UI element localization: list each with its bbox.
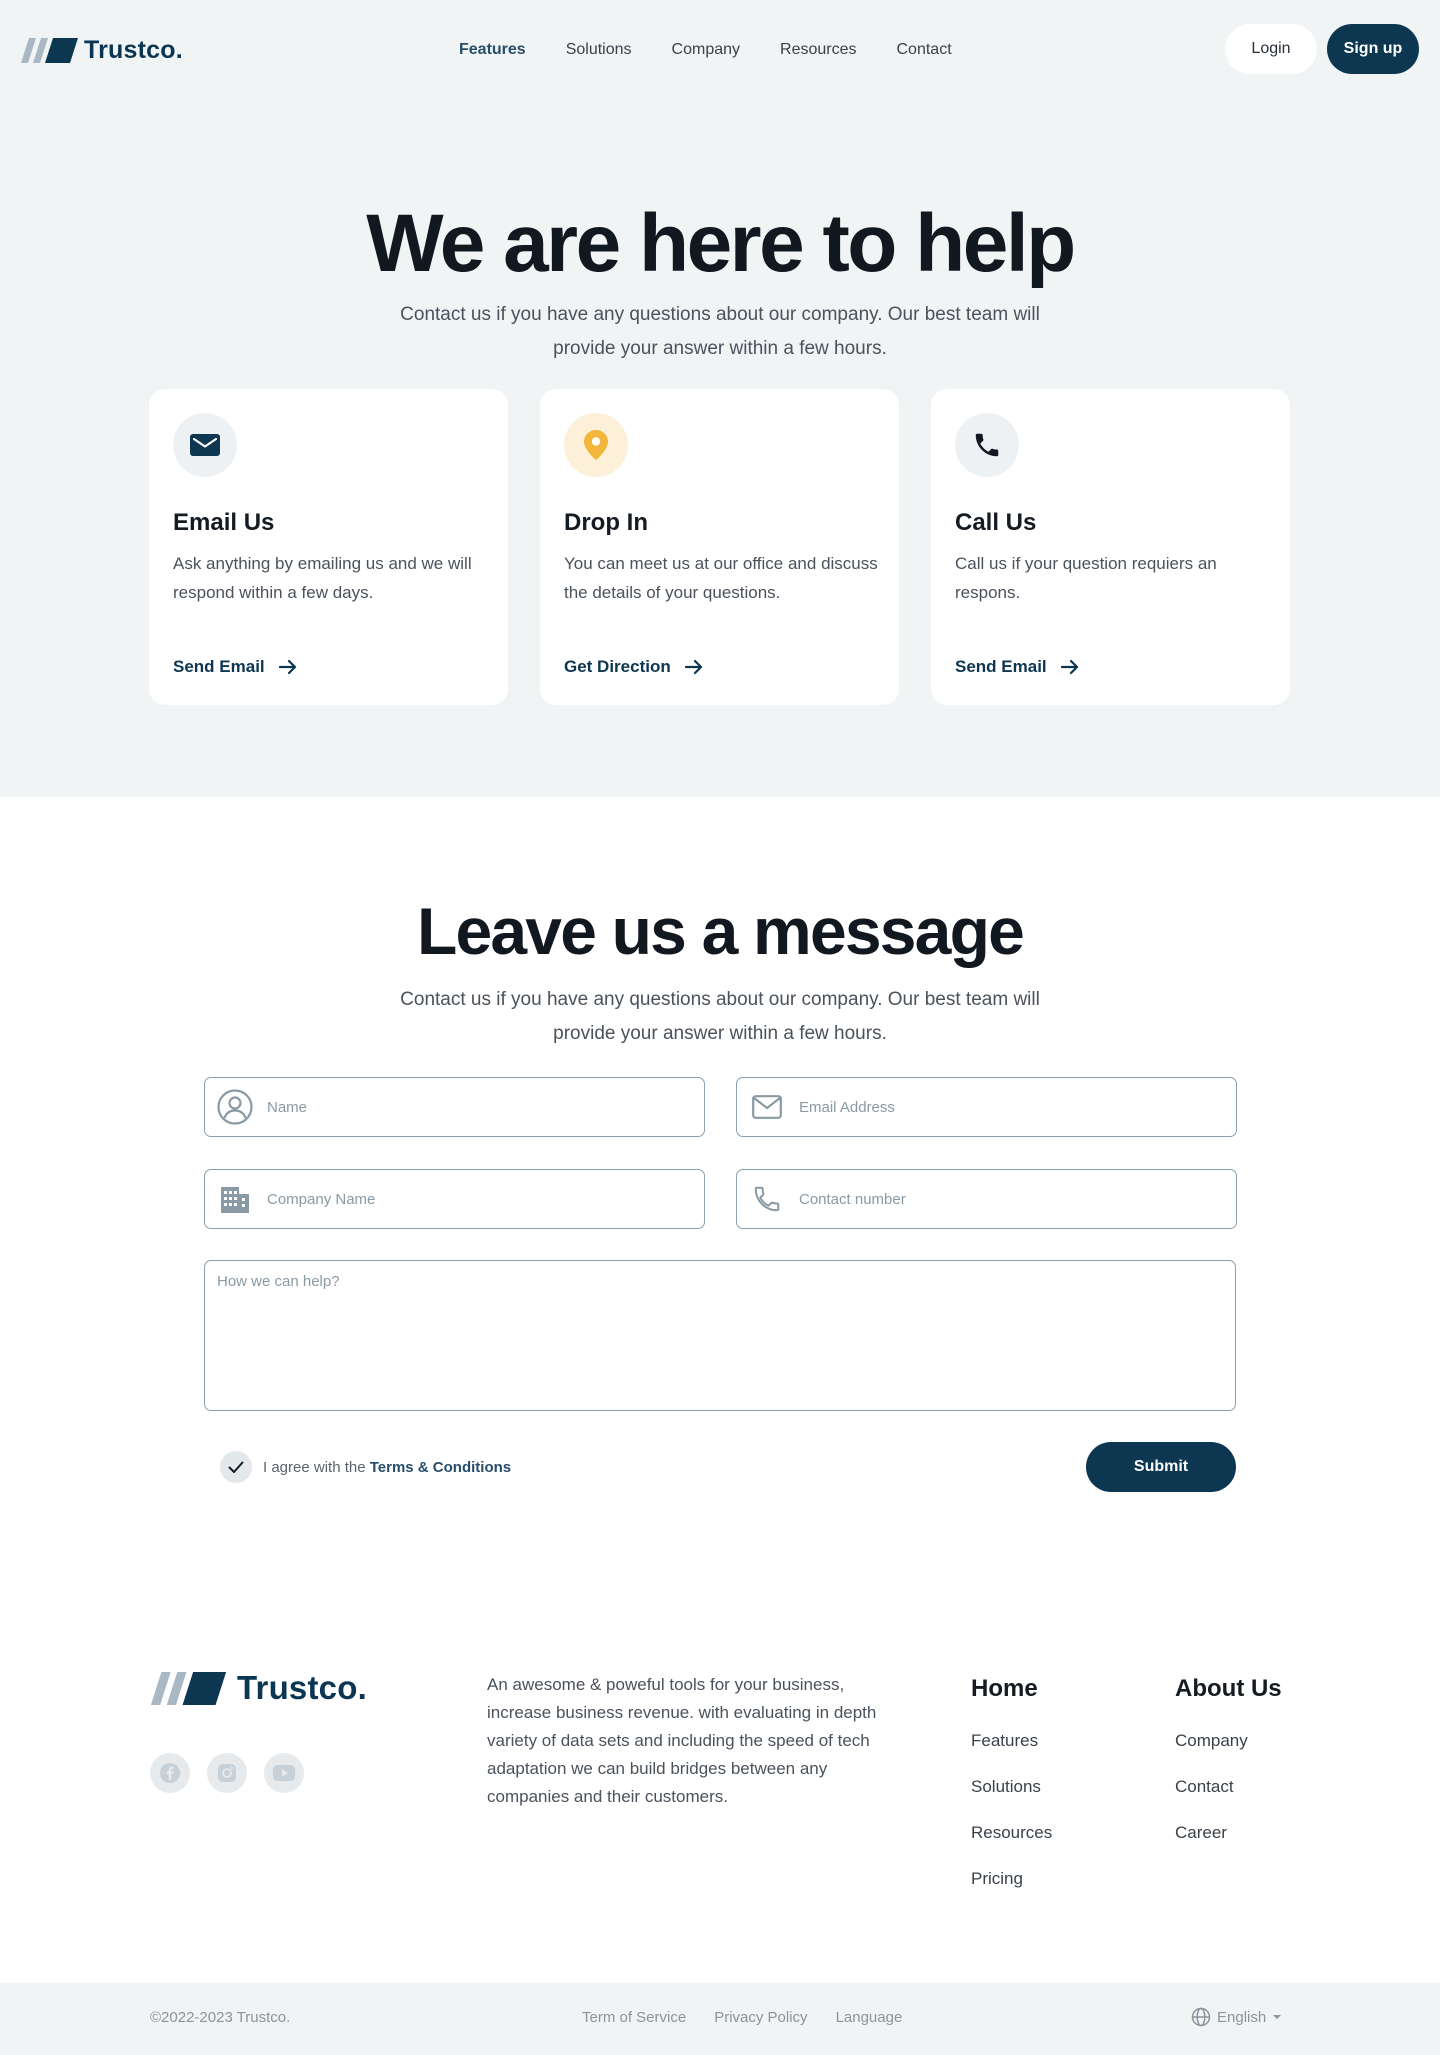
footer-column-title: Home: [971, 1675, 1038, 1702]
contact-card-email: Email Us Ask anything by emailing us and…: [149, 389, 508, 705]
legal-links: Term of Service Privacy Policy Language: [582, 2009, 902, 2026]
privacy-policy-link[interactable]: Privacy Policy: [714, 2009, 807, 2026]
signup-button[interactable]: Sign up: [1327, 24, 1419, 74]
footer-link-pricing[interactable]: Pricing: [971, 1867, 1052, 1890]
arrow-right-icon: [1060, 659, 1078, 675]
instagram-icon[interactable]: [207, 1753, 247, 1793]
footer-column-about: About Us Company Contact Career: [1175, 1675, 1282, 1867]
language-selector[interactable]: English: [1191, 2007, 1282, 2027]
card-title: Drop In: [564, 509, 648, 536]
name-input[interactable]: [267, 1098, 667, 1116]
mail-outline-icon: [749, 1089, 785, 1125]
logo-stripes-icon: [21, 37, 78, 63]
top-navbar: Trustco. Features Solutions Company Reso…: [0, 0, 1440, 100]
brand-name: Trustco.: [84, 35, 183, 64]
checkmark-icon: [228, 1461, 244, 1473]
help-message-textarea[interactable]: [217, 1273, 1223, 1398]
building-icon: [217, 1181, 253, 1217]
hero-title: We are here to help: [366, 198, 1076, 289]
hero-section: Trustco. Features Solutions Company Reso…: [0, 0, 1440, 797]
email-field: [736, 1077, 1237, 1137]
submit-button[interactable]: Submit: [1086, 1442, 1236, 1492]
company-input[interactable]: [267, 1190, 667, 1208]
footer-logo[interactable]: Trustco.: [150, 1669, 367, 1707]
envelope-icon: [173, 413, 237, 477]
card-description: Call us if your question requiers an res…: [955, 554, 1217, 602]
card-title: Email Us: [173, 509, 275, 536]
email-input[interactable]: [799, 1098, 1199, 1116]
send-email-link[interactable]: Send Email: [173, 657, 297, 677]
nav-link-company[interactable]: Company: [672, 41, 740, 59]
contact-cards: Email Us Ask anything by emailing us and…: [149, 389, 1290, 705]
copyright-text: ©2022-2023 Trustco.: [150, 2009, 291, 2026]
location-pin-icon: [564, 413, 628, 477]
footer-link-contact[interactable]: Contact: [1175, 1775, 1282, 1798]
get-direction-link[interactable]: Get Direction: [564, 657, 703, 677]
arrow-right-icon: [278, 659, 296, 675]
footer-link-company[interactable]: Company: [1175, 1729, 1282, 1752]
terms-of-service-link[interactable]: Term of Service: [582, 2009, 686, 2026]
footer-link-solutions[interactable]: Solutions: [971, 1775, 1052, 1798]
message-title: Leave us a message: [416, 894, 1025, 968]
user-circle-icon: [217, 1089, 253, 1125]
bottom-bar: ©2022-2023 Trustco. Term of Service Priv…: [0, 1983, 1440, 2055]
footer-link-resources[interactable]: Resources: [971, 1821, 1052, 1844]
message-form-section: Leave us a message Contact us if you hav…: [0, 797, 1440, 1597]
arrow-right-icon: [684, 659, 702, 675]
footer-column-home: Home Features Solutions Resources Pricin…: [971, 1675, 1052, 1913]
footer-link-career[interactable]: Career: [1175, 1821, 1282, 1844]
language-label: English: [1217, 2008, 1267, 2026]
social-links: [150, 1753, 304, 1793]
language-link[interactable]: Language: [836, 2009, 903, 2026]
agree-text: I agree with the Terms & Conditions: [263, 1459, 511, 1476]
card-description: You can meet us at our office and discus…: [564, 554, 878, 602]
card-link-label: Send Email: [173, 657, 265, 676]
footer-column-title: About Us: [1175, 1675, 1282, 1702]
agree-prefix: I agree with the: [263, 1458, 366, 1476]
phone-input[interactable]: [799, 1190, 1199, 1208]
site-footer: Trustco. An awesome & poweful tools for …: [0, 1597, 1440, 1983]
youtube-icon[interactable]: [264, 1753, 304, 1793]
hero-subtitle: Contact us if you have any questions abo…: [400, 304, 1040, 359]
logo-stripes-icon: [150, 1671, 227, 1705]
send-email-link[interactable]: Send Email: [955, 657, 1079, 677]
login-button[interactable]: Login: [1225, 24, 1317, 74]
nav-link-solutions[interactable]: Solutions: [566, 41, 632, 59]
company-field: [204, 1169, 705, 1229]
name-field: [204, 1077, 705, 1137]
facebook-icon[interactable]: [150, 1753, 190, 1793]
globe-icon: [1191, 2007, 1211, 2027]
contact-card-call: Call Us Call us if your question requier…: [931, 389, 1290, 705]
terms-link[interactable]: Terms & Conditions: [370, 1459, 511, 1476]
phone-field: [736, 1169, 1237, 1229]
footer-link-features[interactable]: Features: [971, 1729, 1052, 1752]
help-message-field: [204, 1260, 1236, 1411]
footer-description: An awesome & poweful tools for your busi…: [487, 1675, 877, 1806]
card-link-label: Get Direction: [564, 657, 671, 676]
message-subtitle: Contact us if you have any questions abo…: [400, 989, 1040, 1044]
card-link-label: Send Email: [955, 657, 1047, 676]
nav-menu: Features Solutions Company Resources Con…: [459, 0, 952, 100]
phone-outline-icon: [749, 1181, 785, 1217]
caret-down-icon: [1273, 2015, 1282, 2019]
card-description: Ask anything by emailing us and we will …: [173, 554, 472, 602]
contact-card-drop-in: Drop In You can meet us at our office an…: [540, 389, 899, 705]
nav-link-features[interactable]: Features: [459, 41, 526, 59]
brand-logo[interactable]: Trustco.: [21, 36, 183, 65]
nav-link-resources[interactable]: Resources: [780, 41, 856, 59]
nav-link-contact[interactable]: Contact: [897, 41, 952, 59]
phone-icon: [955, 413, 1019, 477]
footer-brand-name: Trustco.: [237, 1669, 367, 1706]
agree-checkbox[interactable]: [220, 1451, 252, 1483]
terms-agreement: I agree with the Terms & Conditions: [220, 1451, 511, 1483]
auth-buttons: Login Sign up: [1225, 24, 1419, 74]
card-title: Call Us: [955, 509, 1037, 536]
